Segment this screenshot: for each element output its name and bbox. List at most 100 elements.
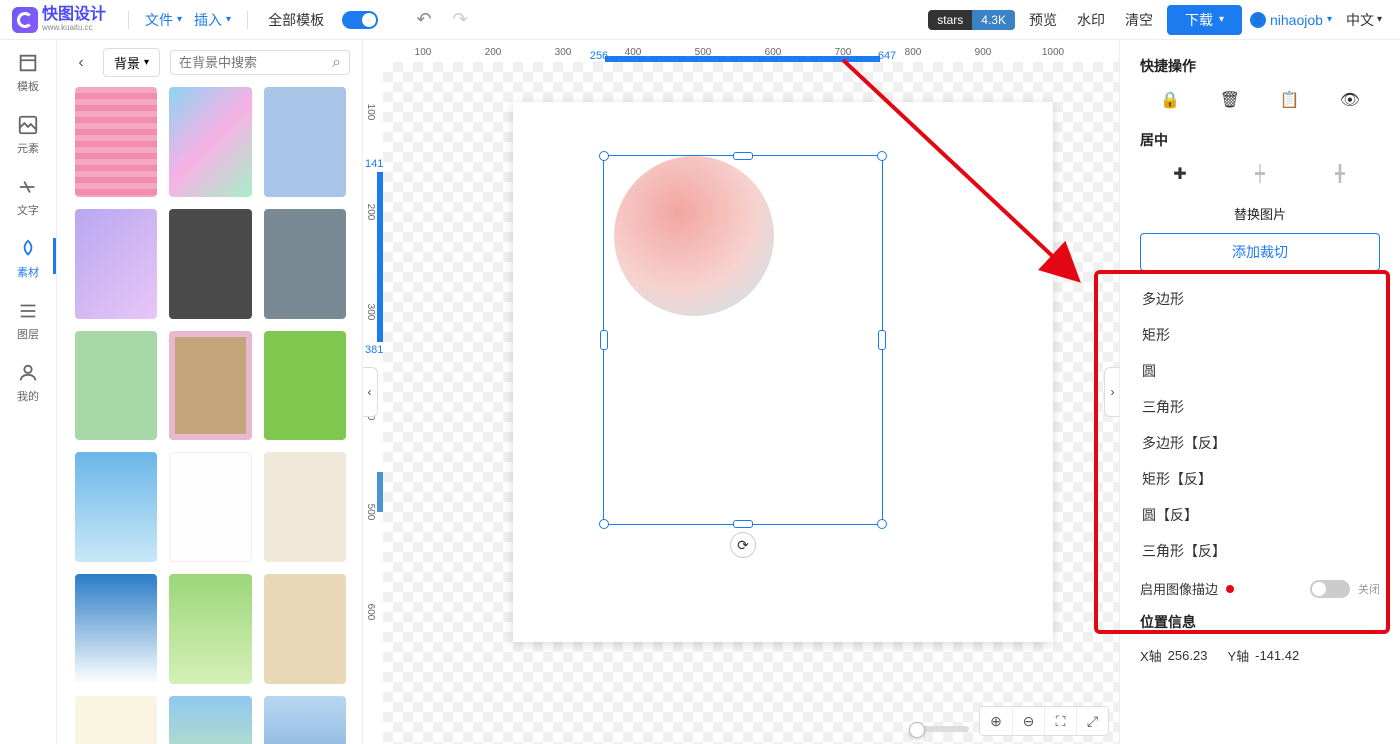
all-templates[interactable]: 全部模板 [262,6,330,34]
thumb-item[interactable] [75,209,157,319]
resize-handle-s[interactable] [733,520,753,528]
thumb-item[interactable] [264,574,346,684]
thumb-item[interactable] [169,574,251,684]
x-label: X轴 [1140,646,1162,665]
opacity-slider[interactable] [909,726,969,732]
resize-handle-w[interactable] [600,330,608,350]
crop-option-rect[interactable]: 矩形 [1140,317,1380,353]
zoom-in-button[interactable]: ⊕ [980,707,1012,735]
sidebar-item-layers[interactable]: 图层 [17,300,39,342]
align-center-both-button[interactable]: ✚ [1165,164,1195,184]
divider [128,11,129,29]
crop-option-circle[interactable]: 圆 [1140,353,1380,389]
ruler-tick: 900 [975,47,992,62]
sidebar-item-mine[interactable]: 我的 [17,362,39,404]
ruler-tick: 300 [555,47,572,62]
resize-handle-nw[interactable] [599,151,609,161]
thumb-item[interactable] [75,452,157,562]
thumb-item[interactable] [264,209,346,319]
undo-button[interactable]: ↶ [410,6,438,34]
clear-button[interactable]: 清空 [1119,6,1159,34]
thumb-item[interactable] [169,209,251,319]
thumb-item[interactable] [264,331,346,441]
crop-option-polygon[interactable]: 多边形 [1140,281,1380,317]
thumb-item[interactable] [75,574,157,684]
actual-size-button[interactable]: ⤢ [1076,707,1108,735]
delete-button[interactable]: 🗑 [1220,90,1240,110]
ruler-tick: 500 [695,47,712,62]
center-title: 居中 [1140,130,1380,150]
canvas-area: ‹ › 256 647 1002003004005006007008009001… [363,40,1119,744]
thumb-item[interactable] [169,331,251,441]
logo-icon [12,7,38,33]
insert-menu[interactable]: 插入▾ [192,6,233,34]
logo[interactable]: 快图设计 www.kuaitu.cc [12,7,106,33]
thumbnail-grid [57,85,362,744]
chevron-down-icon: ▾ [177,14,182,25]
stars-badge[interactable]: stars4.3K [928,10,1015,30]
right-panel: 快捷操作 🔒 🗑 📋 👁 居中 ✚ ┿ ╋ 替换图片 添加裁切 多边形 矩形 圆… [1119,40,1400,744]
fit-screen-button[interactable]: ⛶ [1044,707,1076,735]
align-center-h-button[interactable]: ┿ [1245,164,1275,184]
selection-box[interactable]: ⟳ [603,155,883,525]
sidebar-item-text[interactable]: 文字 [17,176,39,218]
thumb-item[interactable] [169,87,251,197]
thumb-item[interactable] [75,696,157,744]
zoom-out-button[interactable]: ⊖ [1012,707,1044,735]
chevron-down-icon: ▾ [144,57,149,68]
search-box[interactable]: ⌕ [170,50,350,75]
copy-button[interactable]: 📋 [1280,90,1300,110]
stroke-toggle[interactable] [1310,580,1350,598]
sidebar-item-material[interactable]: 素材 [17,238,39,280]
resize-handle-n[interactable] [733,152,753,160]
chevron-down-icon: ▾ [226,14,231,25]
thumb-item[interactable] [75,331,157,441]
thumb-item[interactable] [264,452,346,562]
watermark-button[interactable]: 水印 [1071,6,1111,34]
gradient-circle-shape[interactable] [614,156,774,316]
chevron-down-icon: ▾ [1327,14,1332,25]
thumb-item[interactable] [169,696,251,744]
sidebar-item-templates[interactable]: 模板 [17,52,39,94]
image-stroke-label: 启用图像描边 [1140,579,1218,598]
rotate-handle[interactable]: ⟳ [730,532,756,558]
language-menu[interactable]: 中文▾ [1340,6,1388,34]
crop-option-triangle-inv[interactable]: 三角形【反】 [1140,533,1380,569]
toggle-switch[interactable] [342,11,378,29]
align-center-v-button[interactable]: ╋ [1325,164,1355,184]
topbar: 快图设计 www.kuaitu.cc 文件▾ 插入▾ 全部模板 ↶ ↷ star… [0,0,1400,40]
preview-button[interactable]: 预览 [1023,6,1063,34]
thumb-item[interactable] [169,452,251,562]
download-button[interactable]: 下载▾ [1167,5,1242,35]
crop-option-circle-inv[interactable]: 圆【反】 [1140,497,1380,533]
resize-handle-ne[interactable] [877,151,887,161]
resize-handle-se[interactable] [877,519,887,529]
redo-button[interactable]: ↷ [446,6,474,34]
category-selector[interactable]: 背景▾ [103,48,160,77]
thumb-item[interactable] [75,87,157,197]
expand-panel-button[interactable]: › [1104,367,1119,417]
sidebar-item-elements[interactable]: 元素 [17,114,39,156]
user-menu[interactable]: 👤nihaojob▾ [1250,12,1332,28]
crop-option-polygon-inv[interactable]: 多边形【反】 [1140,425,1380,461]
ruler-tick: 400 [625,47,642,62]
divider [247,11,248,29]
crop-shape-list: 多边形 矩形 圆 三角形 多边形【反】 矩形【反】 圆【反】 三角形【反】 [1140,281,1380,569]
ruler-tick: 800 [905,47,922,62]
collapse-panel-button[interactable]: ‹ [363,367,378,417]
resize-handle-e[interactable] [878,330,886,350]
stroke-indicator-icon [1226,585,1234,593]
quick-ops-title: 快捷操作 [1140,56,1380,76]
resize-handle-sw[interactable] [599,519,609,529]
file-menu[interactable]: 文件▾ [143,6,184,34]
add-crop-button[interactable]: 添加裁切 [1140,233,1380,271]
search-input[interactable] [179,55,341,70]
thumb-item[interactable] [264,696,346,744]
canvas-viewport[interactable]: ⟳ [383,62,1119,744]
visibility-button[interactable]: 👁 [1340,90,1360,110]
thumb-item[interactable] [264,87,346,197]
back-button[interactable]: ‹ [69,51,93,75]
crop-option-triangle[interactable]: 三角形 [1140,389,1380,425]
crop-option-rect-inv[interactable]: 矩形【反】 [1140,461,1380,497]
lock-button[interactable]: 🔒 [1160,90,1180,110]
